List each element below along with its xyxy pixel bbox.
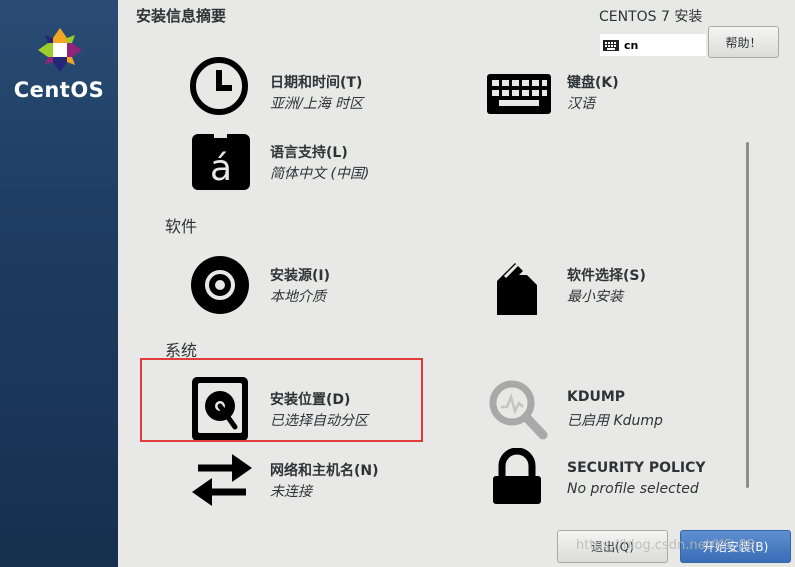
network-arrows-icon	[192, 454, 252, 506]
keyboard-icon	[603, 39, 619, 51]
spoke-title: 安装源(I)	[270, 268, 331, 284]
product-title: CENTOS 7 安装	[599, 9, 703, 25]
spoke-keyboard[interactable]: 键盘(K) 汉语	[487, 52, 717, 122]
svg-text:á: á	[210, 148, 232, 189]
spoke-language[interactable]: á 语言支持(L) 简体中文 (中国)	[190, 128, 440, 194]
spoke-title: 软件选择(S)	[567, 268, 646, 284]
spoke-status: 亚洲/上海 时区	[270, 96, 364, 112]
watermark: https://blog.csdn.net/KS_88	[576, 538, 755, 553]
keyboard-layout-label: cn	[624, 38, 639, 52]
highlight-box	[140, 358, 423, 442]
language-icon: á	[192, 128, 250, 190]
centos-logo-icon	[38, 28, 82, 72]
help-button[interactable]: 帮助！	[708, 26, 779, 58]
sidebar: CentOS	[0, 0, 118, 567]
spoke-status: 汉语	[567, 96, 595, 112]
spoke-network[interactable]: 网络和主机名(N) 未连接	[190, 448, 440, 512]
spoke-title: SECURITY POLICY	[567, 460, 706, 476]
section-software: 软件	[165, 217, 198, 236]
spoke-installation-source[interactable]: 安装源(I) 本地介质	[190, 253, 440, 319]
spoke-status: 本地介质	[270, 289, 326, 305]
spoke-title: 网络和主机名(N)	[270, 463, 379, 479]
spoke-kdump[interactable]: KDUMP 已启用 Kdump	[487, 377, 717, 441]
spoke-status: No profile selected	[567, 481, 699, 497]
spoke-status: 简体中文 (中国)	[270, 166, 370, 182]
spoke-title: 语言支持(L)	[270, 145, 348, 161]
scrollbar[interactable]	[746, 142, 749, 488]
disc-icon	[191, 256, 249, 314]
page-title: 安装信息摘要	[136, 7, 227, 25]
spoke-title: KDUMP	[567, 389, 626, 405]
magnifier-icon	[489, 380, 548, 440]
spoke-title: 键盘(K)	[567, 75, 619, 91]
clock-icon	[190, 57, 248, 115]
spoke-status: 最小安装	[567, 289, 623, 305]
package-icon	[497, 263, 537, 315]
lock-icon	[493, 448, 541, 504]
spoke-status: 未连接	[270, 484, 312, 500]
spoke-status: 已启用 Kdump	[567, 413, 663, 429]
brand-name: CentOS	[13, 78, 105, 102]
spoke-security-policy[interactable]: SECURITY POLICY No profile selected	[487, 448, 717, 512]
spoke-software-selection[interactable]: 软件选择(S) 最小安装	[487, 253, 717, 319]
keyboard-icon	[487, 74, 551, 114]
spoke-title: 日期和时间(T)	[270, 75, 363, 91]
spoke-datetime[interactable]: 日期和时间(T) 亚洲/上海 时区	[190, 52, 440, 122]
